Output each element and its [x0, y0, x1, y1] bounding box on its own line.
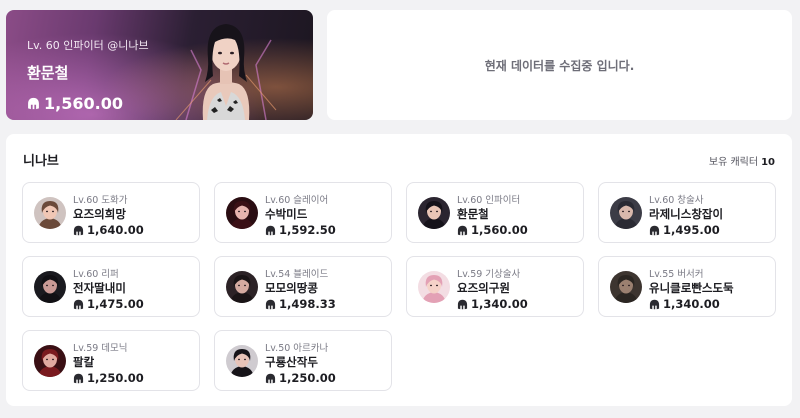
character-power-value: 1,560.00: [471, 223, 528, 237]
character-power: 1,250.00: [73, 371, 144, 385]
character-name: 전자딸내미: [73, 281, 126, 295]
character-card[interactable]: Lv.59 기상술사 요즈의구원 1,340.00: [406, 256, 584, 317]
data-collecting-notice: 현재 데이터를 수집중 입니다.: [327, 10, 792, 120]
character-name: 모모의땅콩: [265, 281, 318, 295]
main-character-power-value: 1,560.00: [44, 94, 123, 113]
character-name: 요즈의구원: [457, 281, 510, 295]
helmet-icon: [73, 225, 84, 235]
character-count: 보유 캐릭터 10: [709, 153, 775, 168]
character-name: 수박미드: [265, 207, 308, 221]
character-card[interactable]: Lv.59 데모닉 팔칼 1,250.00: [22, 330, 200, 391]
character-card[interactable]: Lv.60 슬레이어 수박미드 1,592.50: [214, 182, 392, 243]
character-avatar-icon: [34, 271, 66, 303]
character-avatar-icon: [418, 197, 450, 229]
character-level-class: Lv.60 리퍼: [73, 269, 119, 280]
character-power: 1,340.00: [649, 297, 720, 311]
main-character-banner[interactable]: Lv. 60 인파이터 @니나브 환문철 1,560.00: [6, 10, 313, 120]
character-power: 1,340.00: [457, 297, 528, 311]
character-level-class: Lv.59 데모닉: [73, 343, 128, 354]
character-avatar-icon: [226, 345, 258, 377]
character-avatar-icon: [226, 197, 258, 229]
helmet-icon: [649, 299, 660, 309]
character-power: 1,250.00: [265, 371, 336, 385]
character-level-class: Lv.59 기상술사: [457, 269, 521, 280]
character-avatar-icon: [34, 345, 66, 377]
character-level-class: Lv.60 도화가: [73, 195, 128, 206]
character-avatar-icon: [34, 197, 66, 229]
character-name: 라제니스창잡이: [649, 207, 724, 221]
character-name: 팔칼: [73, 355, 95, 369]
character-card[interactable]: Lv.60 인파이터 환문철 1,560.00: [406, 182, 584, 243]
character-name: 유니클로빤스도둑: [649, 281, 734, 295]
character-name: 요즈의희망: [73, 207, 126, 221]
character-power-value: 1,340.00: [663, 297, 720, 311]
character-power-value: 1,250.00: [87, 371, 144, 385]
character-power-value: 1,592.50: [279, 223, 336, 237]
server-name: 니나브: [23, 154, 59, 169]
character-power: 1,640.00: [73, 223, 144, 237]
character-level-class: Lv.55 버서커: [649, 269, 704, 280]
helmet-icon: [28, 97, 39, 110]
helmet-icon: [265, 373, 276, 383]
character-power: 1,498.33: [265, 297, 336, 311]
helmet-icon: [265, 299, 276, 309]
character-power-value: 1,250.00: [279, 371, 336, 385]
character-level-class: Lv.60 인파이터: [457, 195, 521, 206]
character-name: 구룡산작두: [265, 355, 318, 369]
character-card[interactable]: Lv.60 도화가 요즈의희망 1,640.00: [22, 182, 200, 243]
character-roster-panel: 니나브 보유 캐릭터 10 Lv.60 도화가 요즈의희망 1,640.00 L…: [6, 134, 792, 406]
character-grid: Lv.60 도화가 요즈의희망 1,640.00 Lv.60 슬레이어 수박미드…: [22, 182, 776, 391]
character-card[interactable]: Lv.60 창술사 라제니스창잡이 1,495.00: [598, 182, 776, 243]
character-power-value: 1,495.00: [663, 223, 720, 237]
helmet-icon: [73, 299, 84, 309]
helmet-icon: [73, 373, 84, 383]
character-level-class: Lv.54 블레이드: [265, 269, 329, 280]
character-power: 1,475.00: [73, 297, 144, 311]
main-character-name: 환문철: [27, 64, 69, 82]
character-power: 1,495.00: [649, 223, 720, 237]
helmet-icon: [457, 299, 468, 309]
character-level-class: Lv.60 슬레이어: [265, 195, 329, 206]
helmet-icon: [265, 225, 276, 235]
helmet-icon: [649, 225, 660, 235]
character-avatar-icon: [226, 271, 258, 303]
character-card[interactable]: Lv.50 아르카나 구룡산작두 1,250.00: [214, 330, 392, 391]
character-name: 환문철: [457, 207, 489, 221]
character-power: 1,560.00: [457, 223, 528, 237]
character-power-value: 1,475.00: [87, 297, 144, 311]
main-character-level: Lv. 60 인파이터 @니나브: [27, 39, 149, 52]
character-avatar-icon: [418, 271, 450, 303]
character-power: 1,592.50: [265, 223, 336, 237]
character-card[interactable]: Lv.60 리퍼 전자딸내미 1,475.00: [22, 256, 200, 317]
main-character-power: 1,560.00: [27, 94, 123, 113]
character-avatar-icon: [610, 271, 642, 303]
character-avatar-icon: [610, 197, 642, 229]
character-count-label: 보유 캐릭터: [708, 157, 759, 168]
character-level-class: Lv.50 아르카나: [265, 343, 329, 354]
helmet-icon: [457, 225, 468, 235]
character-power-value: 1,640.00: [87, 223, 144, 237]
character-card[interactable]: Lv.55 버서커 유니클로빤스도둑 1,340.00: [598, 256, 776, 317]
character-level-class: Lv.60 창술사: [649, 195, 704, 206]
character-count-value: 10: [761, 157, 775, 168]
character-power-value: 1,340.00: [471, 297, 528, 311]
character-card[interactable]: Lv.54 블레이드 모모의땅콩 1,498.33: [214, 256, 392, 317]
character-power-value: 1,498.33: [279, 297, 336, 311]
main-character-portrait: [175, 24, 277, 120]
